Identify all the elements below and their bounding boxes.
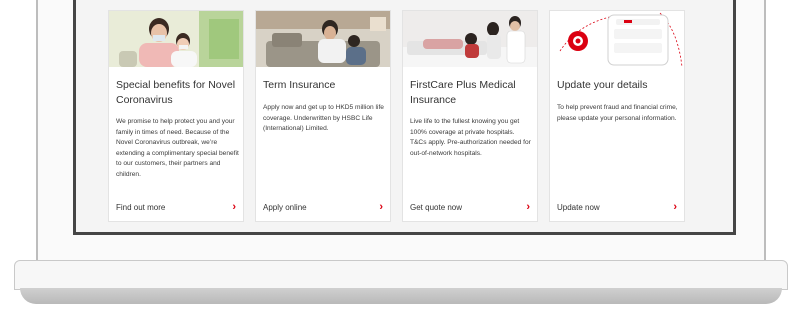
apply-online-link[interactable]: Apply online xyxy=(263,203,307,212)
card-title: Special benefits for Novel Coronavirus xyxy=(116,79,236,106)
chevron-right-icon[interactable]: › xyxy=(232,201,236,213)
card-firstcare-plus: FirstCare Plus Medical Insurance Live li… xyxy=(402,10,538,222)
chevron-right-icon[interactable]: › xyxy=(526,201,530,213)
card-title: Term Insurance xyxy=(263,79,336,91)
card-title: Update your details xyxy=(557,79,648,91)
chevron-right-icon[interactable]: › xyxy=(673,201,677,213)
card-novel-coronavirus: Special benefits for Novel Coronavirus W… xyxy=(108,10,244,222)
laptop-base-edge xyxy=(20,288,782,304)
update-now-link[interactable]: Update now xyxy=(557,203,600,212)
card-title: FirstCare Plus Medical Insurance xyxy=(410,79,516,106)
chevron-right-icon[interactable]: › xyxy=(379,201,383,213)
hospital-family-image xyxy=(403,11,537,67)
card-update-details: Update your details To help prevent frau… xyxy=(549,10,685,222)
card-description: We promise to help protect you and your … xyxy=(116,118,239,178)
card-term-insurance: Term Insurance Apply now and get up to H… xyxy=(255,10,391,222)
family-masks-image xyxy=(109,11,243,67)
get-quote-now-link[interactable]: Get quote now xyxy=(410,203,462,212)
secure-device-image xyxy=(550,11,684,67)
father-child-image xyxy=(256,11,390,67)
card-description: Apply now and get up to HKD5 million lif… xyxy=(263,104,384,132)
find-out-more-link[interactable]: Find out more xyxy=(116,203,165,212)
laptop-screen: Special benefits for Novel Coronavirus W… xyxy=(73,0,736,235)
card-description: To help prevent fraud and financial crim… xyxy=(557,104,678,122)
laptop-base xyxy=(14,260,788,290)
card-description: Live life to the fullest knowing you get… xyxy=(410,118,531,157)
